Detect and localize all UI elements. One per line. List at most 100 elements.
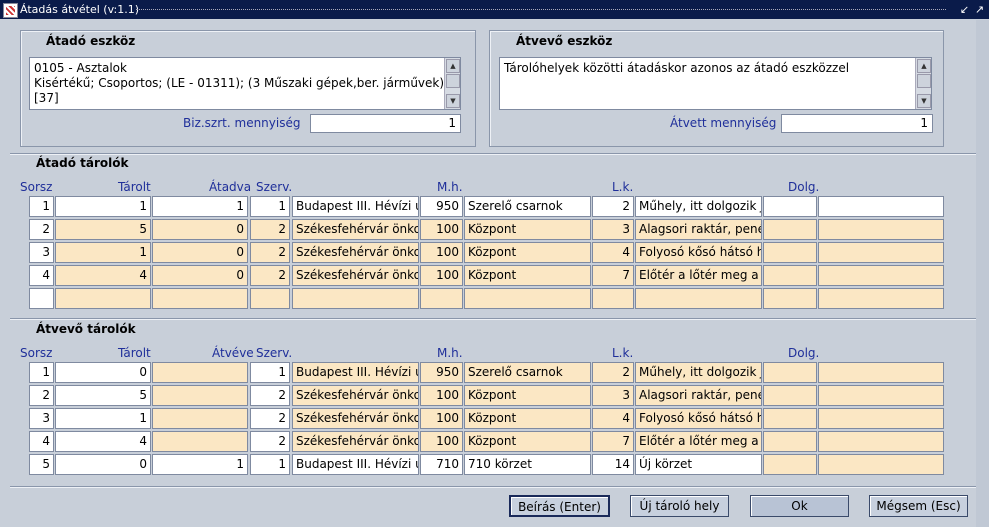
cell-lk[interactable]: 14 [592,454,634,475]
cell-tarolt[interactable]: 0 [55,362,151,383]
cell-address[interactable]: Székesfehérvár önkor [292,385,419,406]
cell-dolg[interactable] [763,196,817,217]
cell-dolg-name[interactable] [818,288,944,309]
cell-amount[interactable] [152,385,248,406]
cell-sorsz[interactable] [29,288,54,309]
cell-mh-name[interactable] [464,288,591,309]
cell-dolg-name[interactable] [818,385,944,406]
cell-amount[interactable]: 1 [152,454,248,475]
cell-sorsz[interactable]: 3 [29,408,54,429]
cell-dolg[interactable] [763,408,817,429]
cell-amount[interactable]: 0 [152,242,248,263]
target-scrollbar[interactable]: ▲ ▼ [915,58,931,109]
cell-mh-name[interactable]: Központ [464,219,591,240]
cell-mh[interactable]: 100 [420,265,463,286]
cell-mh[interactable]: 950 [420,196,463,217]
scroll-down-icon[interactable]: ▼ [446,94,460,108]
cell-mh-name[interactable]: Központ [464,265,591,286]
cell-lk[interactable]: 3 [592,219,634,240]
target-qty-field[interactable]: 1 [781,114,933,133]
cell-lk-name[interactable]: Műhely, itt dolgozik J [635,362,762,383]
cell-mh-name[interactable]: Központ [464,431,591,452]
cell-lk-name[interactable]: Előtér a lőtér meg a l [635,265,762,286]
cell-mh[interactable]: 710 [420,454,463,475]
ok-button[interactable]: Ok [750,495,849,517]
cell-dolg-name[interactable] [818,265,944,286]
cell-tarolt[interactable]: 1 [55,196,151,217]
cell-lk[interactable] [592,288,634,309]
cell-mh[interactable]: 100 [420,242,463,263]
cell-dolg-name[interactable] [818,219,944,240]
cell-dolg[interactable] [763,265,817,286]
cell-dolg-name[interactable] [818,242,944,263]
target-asset-description[interactable]: Tárolóhelyek közötti átadáskor azonos az… [499,57,932,110]
cell-tarolt[interactable] [55,288,151,309]
cell-szerv[interactable]: 2 [250,385,290,406]
cell-szerv[interactable] [250,288,290,309]
cell-szerv[interactable]: 2 [250,431,290,452]
cell-szerv[interactable]: 1 [250,196,290,217]
cell-dolg[interactable] [763,288,817,309]
cell-address[interactable]: Budapest III. Hévízi út [292,362,419,383]
cell-amount[interactable]: 1 [152,196,248,217]
cell-mh[interactable] [420,288,463,309]
cell-dolg[interactable] [763,242,817,263]
cell-mh-name[interactable]: Szerelő csarnok [464,196,591,217]
cell-dolg[interactable] [763,431,817,452]
cell-sorsz[interactable]: 4 [29,431,54,452]
cell-address[interactable]: Székesfehérvár önkor [292,408,419,429]
cell-lk-name[interactable]: Előtér a lőtér meg a l [635,431,762,452]
cell-amount[interactable] [152,408,248,429]
cell-address[interactable]: Budapest III. Hévízi út [292,196,419,217]
cell-lk[interactable]: 2 [592,362,634,383]
cell-mh[interactable]: 100 [420,219,463,240]
scroll-thumb[interactable] [917,74,931,88]
cell-mh[interactable]: 950 [420,362,463,383]
cell-mh[interactable]: 100 [420,408,463,429]
cell-tarolt[interactable]: 1 [55,242,151,263]
cell-sorsz[interactable]: 3 [29,242,54,263]
cell-mh[interactable]: 100 [420,385,463,406]
cell-amount[interactable] [152,362,248,383]
cell-szerv[interactable]: 2 [250,408,290,429]
cell-mh-name[interactable]: Központ [464,385,591,406]
cell-dolg[interactable] [763,362,817,383]
cancel-button[interactable]: Mégsem (Esc) [869,495,968,517]
cell-tarolt[interactable]: 0 [55,454,151,475]
window-app-icon[interactable] [3,3,18,18]
cell-sorsz[interactable]: 5 [29,454,54,475]
cell-lk-name[interactable]: Új körzet [635,454,762,475]
cell-dolg[interactable] [763,219,817,240]
cell-dolg-name[interactable] [818,362,944,383]
new-storage-place-button[interactable]: Új tároló hely [630,495,729,517]
cell-lk[interactable]: 2 [592,196,634,217]
maximize-icon[interactable]: ↗ [973,3,986,16]
cell-dolg-name[interactable] [818,196,944,217]
cell-address[interactable]: Székesfehérvár önkor [292,265,419,286]
cell-szerv[interactable]: 2 [250,265,290,286]
cell-mh-name[interactable]: Központ [464,408,591,429]
cell-sorsz[interactable]: 1 [29,362,54,383]
cell-szerv[interactable]: 2 [250,242,290,263]
scroll-up-icon[interactable]: ▲ [917,59,931,73]
cell-lk-name[interactable]: Műhely, itt dolgozik J [635,196,762,217]
cell-amount[interactable]: 0 [152,219,248,240]
cell-lk[interactable]: 4 [592,408,634,429]
cell-amount[interactable] [152,288,248,309]
cell-address[interactable]: Budapest III. Hévízi út [292,454,419,475]
cell-amount[interactable]: 0 [152,265,248,286]
cell-address[interactable] [292,288,419,309]
cell-sorsz[interactable]: 4 [29,265,54,286]
cell-szerv[interactable]: 1 [250,454,290,475]
cell-dolg-name[interactable] [818,454,944,475]
source-asset-description[interactable]: 0105 - Asztalok Kisértékű; Csoportos; (L… [29,57,461,110]
cell-mh-name[interactable]: Központ [464,242,591,263]
cell-lk-name[interactable]: Folyosó kősó hátsó h [635,242,762,263]
scroll-down-icon[interactable]: ▼ [917,94,931,108]
cell-lk-name[interactable]: Folyosó kősó hátsó h [635,408,762,429]
cell-amount[interactable] [152,431,248,452]
cell-address[interactable]: Székesfehérvár önkor [292,242,419,263]
scroll-up-icon[interactable]: ▲ [446,59,460,73]
cell-szerv[interactable]: 2 [250,219,290,240]
scroll-thumb[interactable] [446,74,460,88]
